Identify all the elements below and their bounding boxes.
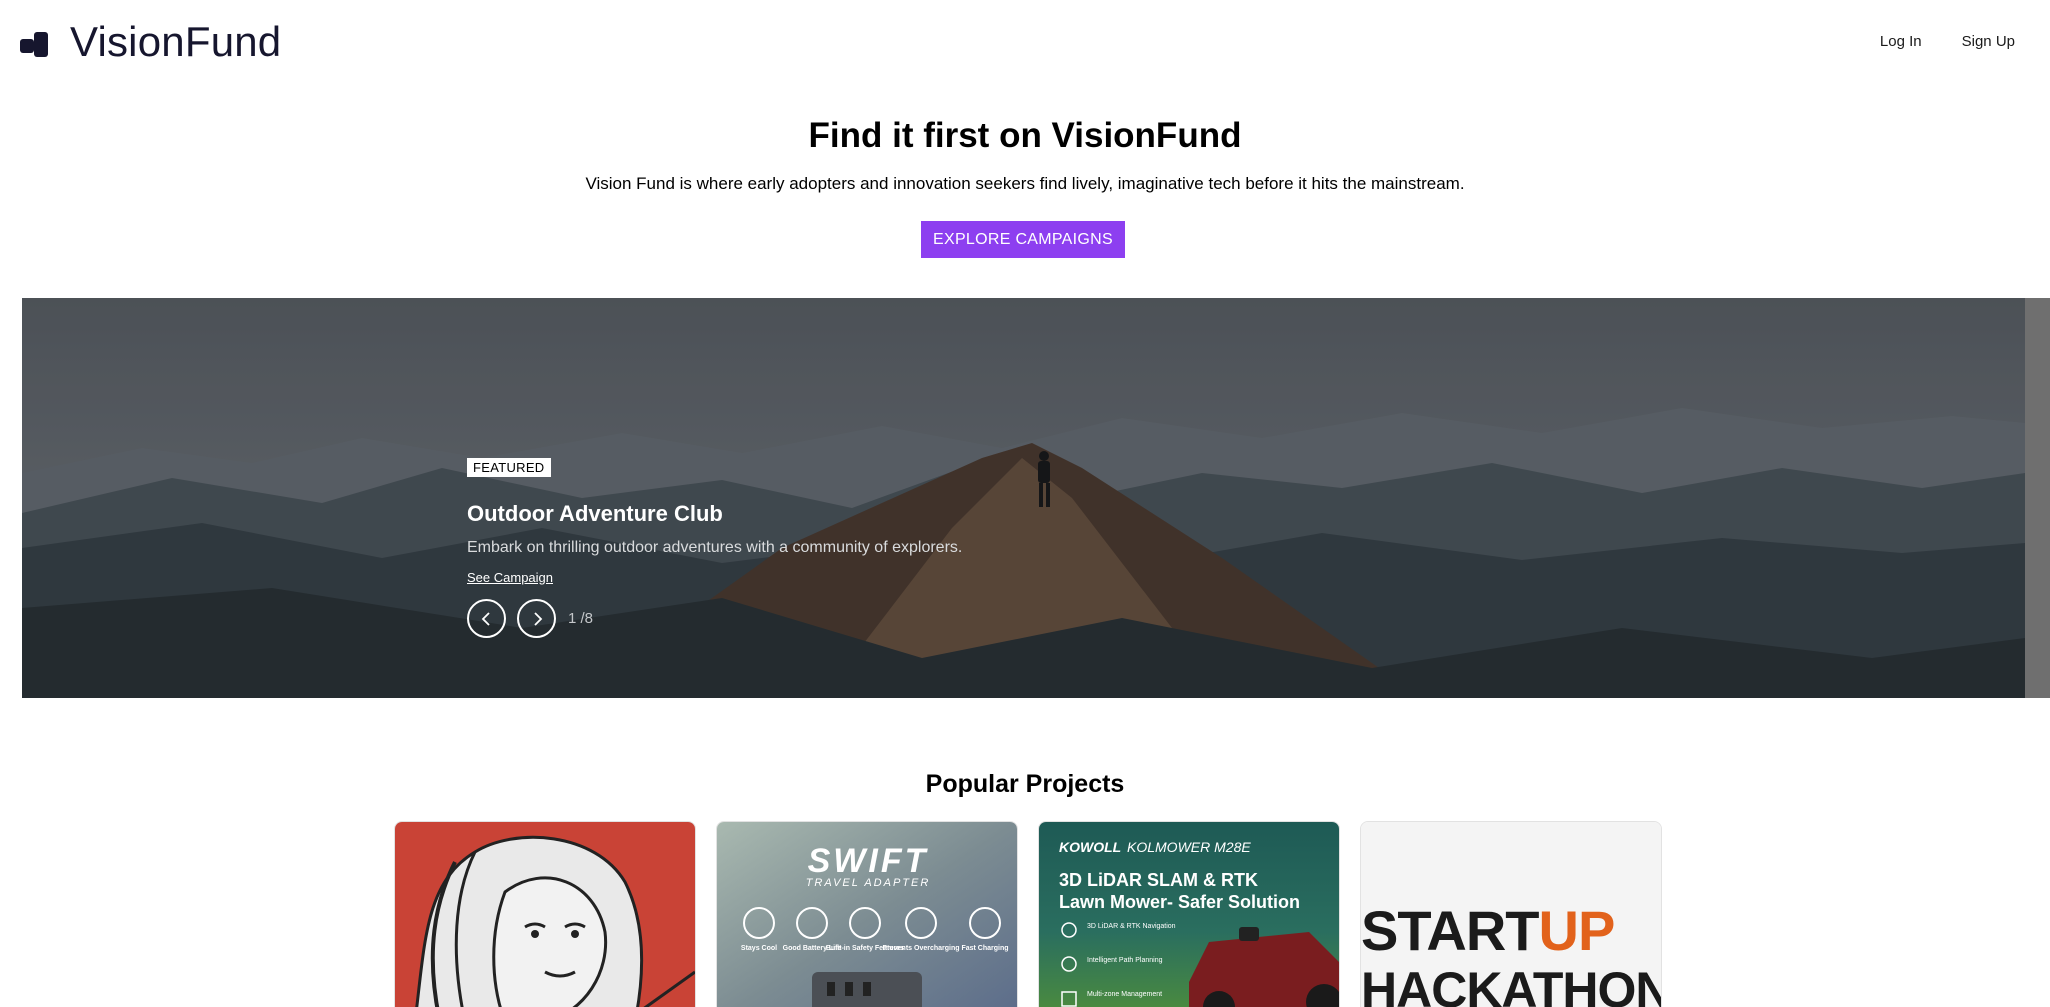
slide-description: Embark on thrilling outdoor adventures w… — [467, 539, 963, 556]
explore-campaigns-button[interactable]: EXPLORE CAMPAIGNS — [921, 221, 1125, 258]
project-card-startup-hackathon[interactable]: STARTUP HACKATHON — [1360, 821, 1662, 1007]
hackathon-title-line2: HACKATHON — [1361, 962, 1662, 1007]
mountain-landscape-image — [22, 298, 2025, 698]
see-campaign-link[interactable]: See Campaign — [467, 570, 553, 585]
next-slide-button[interactable] — [517, 599, 556, 638]
kowoll-headline-2: Lawn Mower- Safer Solution — [1059, 892, 1300, 912]
logo-icon — [20, 27, 50, 57]
featured-slide: FEATURED Outdoor Adventure Club Embark o… — [467, 458, 962, 638]
swift-brand-text: SWIFT — [808, 842, 929, 880]
chevron-right-icon — [533, 611, 542, 626]
hero-title: Find it first on VisionFund — [808, 116, 1242, 155]
swift-feature-5: Fast Charging — [961, 945, 1008, 952]
hackathon-title-line1: STARTUP — [1361, 899, 1614, 962]
hero-subtitle: Vision Fund is where early adopters and … — [585, 174, 1465, 193]
site-header: VisionFund Log In Sign Up — [0, 0, 2050, 84]
login-link[interactable]: Log In — [1880, 33, 1922, 50]
signup-link[interactable]: Sign Up — [1962, 33, 2015, 50]
brand-logo[interactable]: VisionFund — [20, 18, 281, 66]
kowoll-brand-text: KOWOLL — [1059, 839, 1121, 855]
next-slide-peek — [2025, 298, 2050, 698]
kowoll-feature-1: 3D LiDAR & RTK Navigation — [1087, 923, 1176, 930]
project-card-art[interactable] — [394, 821, 696, 1007]
popular-projects-title: Popular Projects — [925, 770, 1125, 798]
project-card-swift-adapter[interactable]: SWIFT TRAVEL ADAPTER Stays Cool Good Bat… — [716, 821, 1018, 1007]
featured-badge: FEATURED — [467, 458, 551, 477]
project-art-image — [395, 822, 695, 1007]
swift-feature-1: Stays Cool — [741, 945, 777, 952]
swift-feature-4: Prevents Overcharging — [882, 945, 959, 952]
kowoll-headline-1: 3D LiDAR SLAM & RTK — [1059, 870, 1258, 890]
top-nav: Log In Sign Up — [1880, 33, 2015, 50]
project-card-kowoll-mower[interactable]: KOWOLL KOLMOWER M28E 3D LiDAR SLAM & RTK… — [1038, 821, 1340, 1007]
kowoll-model-text: KOLMOWER M28E — [1127, 839, 1251, 855]
project-swift-image: SWIFT TRAVEL ADAPTER Stays Cool Good Bat… — [717, 822, 1017, 1007]
carousel-controls: 1 /8 — [467, 599, 962, 638]
project-kowoll-image: KOWOLL KOLMOWER M28E 3D LiDAR SLAM & RTK… — [1039, 822, 1339, 1007]
project-hackathon-image: STARTUP HACKATHON — [1361, 822, 1662, 1007]
kowoll-feature-3: Multi-zone Management — [1087, 991, 1162, 998]
chevron-left-icon — [481, 611, 490, 626]
slide-counter: 1 /8 — [568, 610, 594, 627]
featured-carousel: FEATURED Outdoor Adventure Club Embark o… — [22, 298, 2025, 698]
brand-name: VisionFund — [70, 18, 282, 65]
prev-slide-button[interactable] — [467, 599, 506, 638]
slide-title: Outdoor Adventure Club — [467, 501, 723, 526]
swift-tagline-text: TRAVEL ADAPTER — [806, 877, 931, 889]
kowoll-feature-2: Intelligent Path Planning — [1087, 957, 1163, 964]
